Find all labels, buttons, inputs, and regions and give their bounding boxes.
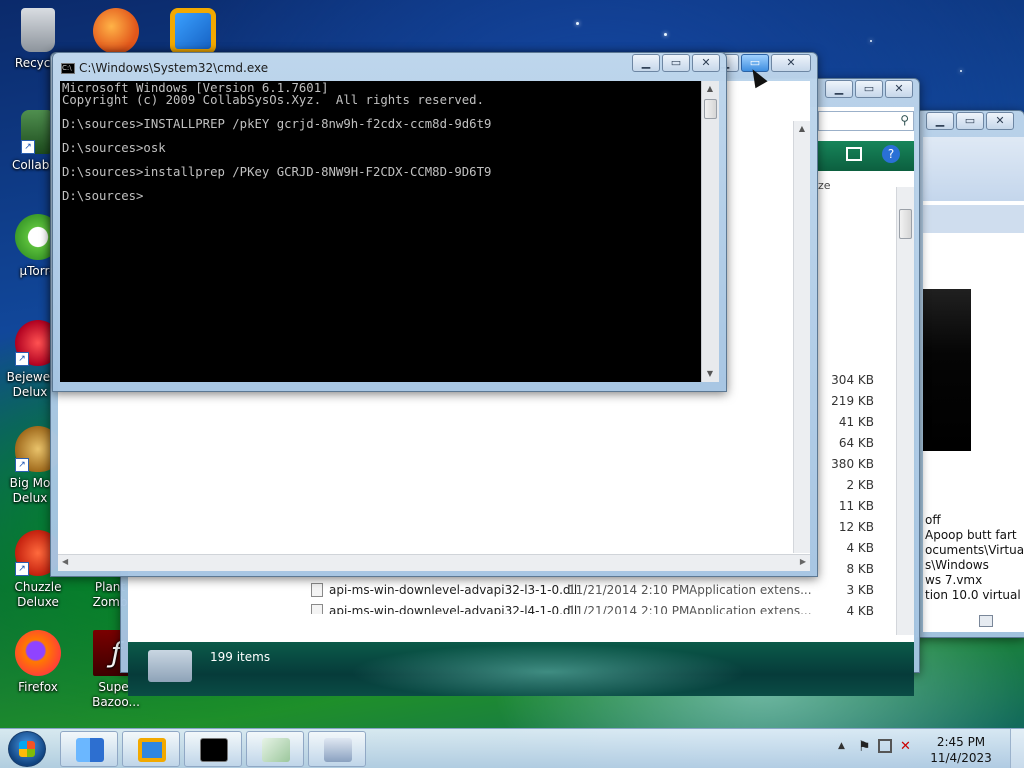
- console-prompt[interactable]: D:\sources>: [62, 190, 699, 202]
- close-button[interactable]: ✕: [986, 112, 1014, 130]
- maximize-button[interactable]: ▭: [662, 54, 690, 72]
- scrollbar-thumb[interactable]: [899, 209, 912, 239]
- vm-detail-line: s\Windows: [925, 558, 989, 572]
- scrollbar-thumb[interactable]: [704, 99, 717, 119]
- preview-pane-icon[interactable]: [846, 147, 862, 161]
- desktop-icon-label: Chuzzle Deluxe: [14, 580, 62, 609]
- vm-settings-window[interactable]: ▁ ▭ ✕ off Apoop butt fart ocuments\Virtu…: [915, 110, 1024, 638]
- vertical-scrollbar[interactable]: [896, 187, 914, 635]
- clock-time: 2:45 PM: [936, 735, 986, 749]
- close-button[interactable]: ✕: [692, 54, 720, 72]
- minimize-button[interactable]: ▁: [825, 80, 853, 98]
- console-line: D:\sources>INSTALLPREP /pkEY gcrjd-8nw9h…: [62, 117, 492, 132]
- windows-logo-icon: [19, 741, 35, 757]
- scroll-left-icon[interactable]: ◀: [62, 557, 68, 566]
- column-header-size[interactable]: ze: [818, 179, 831, 192]
- taskbar-cmd[interactable]: [184, 731, 242, 767]
- scroll-up-icon[interactable]: ▲: [794, 121, 810, 137]
- section-header: [923, 205, 1024, 233]
- folder-icon: [148, 650, 192, 682]
- minimize-button[interactable]: ▁: [632, 54, 660, 72]
- firefox-icon: [15, 630, 61, 676]
- item-count: 199 items: [210, 650, 271, 664]
- clock[interactable]: 2:45 PM 11/4/2023: [926, 734, 996, 766]
- start-button[interactable]: [8, 731, 46, 767]
- file-name: api-ms-win-downlevel-advapi32-l3-1-0.dll: [329, 583, 578, 597]
- details-pane: 199 items: [128, 642, 914, 696]
- desktop-icon-paint[interactable]: [78, 8, 154, 58]
- system-tray: ▲ ⚑ ✕ 2:45 PM 11/4/2023: [834, 729, 1024, 768]
- recycle-bin-icon: [21, 8, 55, 52]
- action-center-flag-icon[interactable]: ⚑: [858, 739, 871, 755]
- maximize-button[interactable]: ▭: [855, 80, 883, 98]
- file-icon: [311, 604, 323, 614]
- minimize-button[interactable]: ▁: [926, 112, 954, 130]
- taskbar-notepad[interactable]: [246, 731, 304, 767]
- preview-panel: [923, 289, 971, 451]
- command-bar: ?: [818, 141, 914, 171]
- volume-muted-icon[interactable]: ✕: [900, 739, 911, 754]
- shortcut-arrow-icon: ↗: [15, 458, 29, 472]
- help-icon[interactable]: ?: [882, 145, 900, 163]
- keyboard-icon: [324, 738, 352, 762]
- vm-detail-line: ws 7.vmx: [925, 573, 983, 587]
- vertical-scrollbar[interactable]: ▲ ▼: [701, 81, 719, 382]
- horizontal-scrollbar[interactable]: ◀ ▶: [58, 554, 810, 571]
- taskbar-finder[interactable]: [60, 731, 118, 767]
- vm-detail-line: ocuments\Virtua: [925, 543, 1024, 557]
- table-row[interactable]: api-ms-win-downlevel-advapi32-l3-1-0.dll…: [311, 581, 871, 602]
- clock-date: 11/4/2023: [930, 751, 992, 765]
- close-button[interactable]: ✕: [771, 54, 811, 72]
- scroll-up-icon[interactable]: ▲: [702, 81, 718, 97]
- vmware-icon: [170, 8, 216, 54]
- vm-detail-line: off: [925, 513, 941, 527]
- search-box[interactable]: ⚲: [818, 111, 914, 131]
- notepad-icon: [262, 738, 290, 762]
- desktop-icon-vmware[interactable]: [155, 8, 231, 58]
- console-line: D:\sources>osk: [62, 141, 166, 156]
- shortcut-arrow-icon: ↗: [21, 140, 35, 154]
- settings-icon[interactable]: [979, 615, 993, 627]
- taskbar: ▲ ⚑ ✕ 2:45 PM 11/4/2023: [0, 728, 1024, 768]
- paint-brush-icon: [93, 8, 139, 54]
- table-row[interactable]: api-ms-win-downlevel-advapi32-l4-1-0.dll…: [311, 602, 871, 614]
- toolbar-strip: [923, 137, 1024, 201]
- cmd-icon: [200, 738, 228, 762]
- file-date: 11/21/2014 2:10 PM: [568, 604, 690, 614]
- vm-detail-line: Apoop butt fart: [925, 528, 1017, 542]
- vertical-scrollbar[interactable]: ▲: [793, 121, 810, 553]
- shortcut-arrow-icon: ↗: [15, 562, 29, 576]
- file-type: Application extens...: [689, 604, 812, 614]
- vm-detail-line: tion 10.0 virtual: [925, 588, 1021, 602]
- console-line: D:\sources>installprep /PKey GCRJD-8NW9H…: [62, 165, 492, 180]
- cmd-window-icon: C:\: [61, 63, 75, 74]
- search-icon: ⚲: [900, 113, 909, 127]
- finder-icon: [76, 738, 104, 762]
- maximize-button[interactable]: ▭: [956, 112, 984, 130]
- taskbar-vmware[interactable]: [122, 731, 180, 767]
- file-type: Application extens...: [689, 583, 812, 597]
- desktop-icon-label: Firefox: [18, 680, 58, 694]
- close-button[interactable]: ✕: [885, 80, 913, 98]
- file-date: 11/21/2014 2:10 PM: [568, 583, 690, 597]
- cmd-window[interactable]: C:\ C:\Windows\System32\cmd.exe ▁ ▭ ✕ Mi…: [52, 52, 727, 392]
- taskbar-osk[interactable]: [308, 731, 366, 767]
- shortcut-arrow-icon: ↗: [15, 352, 29, 366]
- console-output[interactable]: Microsoft Windows [Version 6.1.7601] Copy…: [60, 81, 701, 382]
- window-title: C:\Windows\System32\cmd.exe: [79, 61, 269, 75]
- scroll-right-icon[interactable]: ▶: [800, 557, 806, 566]
- desktop-icon-firefox[interactable]: Firefox: [0, 630, 76, 695]
- scroll-down-icon[interactable]: ▼: [702, 366, 718, 382]
- network-icon[interactable]: [878, 739, 892, 753]
- show-desktop-button[interactable]: [1010, 729, 1024, 768]
- file-name: api-ms-win-downlevel-advapi32-l4-1-0.dll: [329, 604, 578, 614]
- console-line: Copyright (c) 2009 CollabSysOs.Xyz. All …: [62, 93, 484, 108]
- vm-settings-content: off Apoop butt fart ocuments\Virtua s\Wi…: [923, 137, 1024, 632]
- vmware-icon: [138, 738, 166, 762]
- show-hidden-icons-icon[interactable]: ▲: [838, 741, 845, 751]
- file-icon: [311, 583, 323, 597]
